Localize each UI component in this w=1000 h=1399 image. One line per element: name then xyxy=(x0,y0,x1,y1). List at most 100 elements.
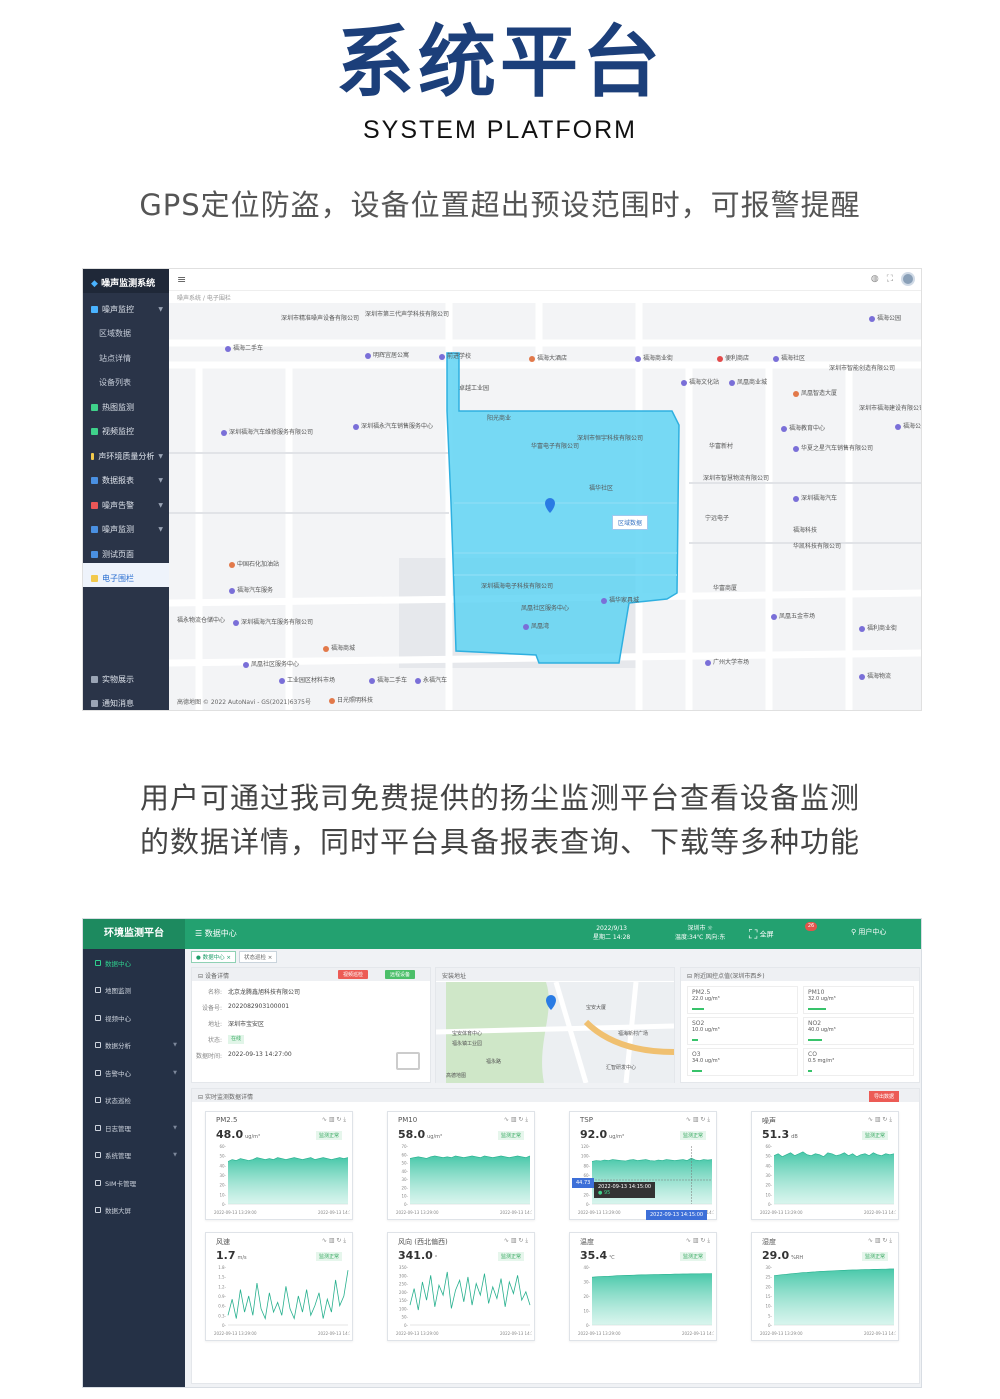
sidebar-item-5[interactable]: 视频监控 xyxy=(83,416,169,441)
map-poi[interactable]: 凤凰社区服务中心 xyxy=(243,661,299,669)
sidebar-item-1[interactable]: 地图监测 xyxy=(83,977,185,1005)
fullscreen-icon[interactable]: ⛶ xyxy=(887,274,893,284)
map-poi[interactable]: 福海汽车服务 xyxy=(229,587,273,595)
map-poi[interactable]: 福海公园 xyxy=(869,315,901,323)
sidebar-item-11[interactable]: 电子围栏 xyxy=(83,562,169,587)
metric-chart[interactable]: 30- 25- 20- 15- 10- 5- 0- 2022-09-13 13:29:00 20… xyxy=(756,1263,896,1339)
map-poi[interactable]: 工业园区材料市场 xyxy=(279,677,335,685)
sidebar-item-0[interactable]: 数据中心 xyxy=(83,949,185,977)
map-poi[interactable]: 阳光商业 xyxy=(487,415,511,423)
sidebar-footer-item-0[interactable]: 实物展示 xyxy=(83,663,169,688)
menu-icon[interactable]: ≡ xyxy=(177,273,186,286)
map-poi[interactable]: 深圳福永汽车销售服务中心 xyxy=(353,423,433,431)
map-poi[interactable]: 福华家具城 xyxy=(601,597,639,605)
map-poi[interactable]: 福海公园 xyxy=(895,423,921,431)
metric-chart[interactable]: 60- 50- 40- 30- 20- 10- 0- 2022-09-13 13:29:00 2… xyxy=(210,1142,350,1218)
metric-chart[interactable]: 40- 30- 20- 10- 0- 2022-09-13 13:29:00 2022-09… xyxy=(574,1263,714,1339)
map-poi[interactable]: 华凯科技有限公司 xyxy=(793,543,841,551)
map-poi[interactable]: 福利商业街 xyxy=(859,625,897,633)
sidebar-item-3[interactable]: 数据分析 ▼ xyxy=(83,1032,185,1060)
metric-chart[interactable]: 70- 60- 50- 40- 30- 20- 10- 0- 2022-09-13 13:29:… xyxy=(392,1142,532,1218)
map-poi[interactable]: 福海商城 xyxy=(323,645,355,653)
chart-tool-icons[interactable]: ∿ ▥ ↻ ⤓ xyxy=(322,1116,346,1124)
map-poi[interactable]: 深圳市福海建设有限公司 xyxy=(859,405,921,413)
map-poi[interactable]: 华富商厦 xyxy=(713,585,737,593)
map-poi[interactable]: 深圳福海汽车 xyxy=(793,495,837,503)
menu-icon[interactable]: ☰ xyxy=(195,929,205,938)
sidebar-item-7[interactable]: 系统管理 ▼ xyxy=(83,1142,185,1170)
map-poi[interactable]: 永福汽车 xyxy=(415,677,447,685)
sidebar-item-5[interactable]: 状态巡检 xyxy=(83,1087,185,1115)
chart-tool-icons[interactable]: ∿ ▥ ↻ ⤓ xyxy=(686,1237,710,1245)
map-poi[interactable]: 宁远电子 xyxy=(705,515,729,523)
map-poi[interactable]: 卓越工业园 xyxy=(459,385,489,393)
map-poi[interactable]: 凤凰社区服务中心 xyxy=(521,605,569,613)
map-poi[interactable]: 福海大酒店 xyxy=(529,355,567,363)
sidebar-item-6[interactable]: 声环境质量分析 ▼ xyxy=(83,440,169,465)
metric-chart[interactable]: 60- 50- 40- 30- 20- 10- 0- 2022-09-13 13:29:00 2… xyxy=(756,1142,896,1218)
chart-tool-icons[interactable]: ∿ ▥ ↻ ⤓ xyxy=(686,1116,710,1124)
sidebar-item-3[interactable]: 设备列表 xyxy=(83,367,169,392)
map-poi[interactable]: 福永物流仓储中心 xyxy=(177,617,225,625)
map-poi[interactable]: 福海科技 xyxy=(793,527,817,535)
fence-map[interactable]: 区域数据 深圳市精准噪声设备有限公司 深圳市第三代声学科技有限公司 福海二手车 明辉宜… xyxy=(169,303,921,710)
map-poi[interactable]: 深圳福海电子科技有限公司 xyxy=(481,583,553,591)
metric-chart[interactable]: 1.8- 1.5- 1.2- 0.9- 0.6- 0.3- 0- 2022-09-13 13:… xyxy=(210,1263,350,1339)
sidebar-item-4[interactable]: 热图监测 xyxy=(83,391,169,416)
chart-tool-icons[interactable]: ∿ ▥ ↻ ⤓ xyxy=(868,1116,892,1124)
map-poi[interactable]: 福海商业街 xyxy=(635,355,673,363)
map-poi[interactable]: 福海文化站 xyxy=(681,379,719,387)
map-poi[interactable]: 深圳福海汽车维修服务有限公司 xyxy=(221,429,313,437)
chart-tool-icons[interactable]: ∿ ▥ ↻ ⤓ xyxy=(504,1237,528,1245)
sidebar-item-9[interactable]: 数据大屏 xyxy=(83,1197,185,1225)
user-center-button[interactable]: ⚲ 用户中心 xyxy=(851,927,886,937)
sidebar-item-7[interactable]: 数据报表 ▼ xyxy=(83,465,169,490)
sidebar-item-10[interactable]: 测试页面 xyxy=(83,538,169,563)
sidebar-footer-item-1[interactable]: 通知消息 xyxy=(83,688,169,711)
sidebar-item-9[interactable]: 噪声监测 ▼ xyxy=(83,514,169,539)
sidebar-item-2[interactable]: 站点详情 xyxy=(83,342,169,367)
sidebar-item-2[interactable]: 视频中心 xyxy=(83,1004,185,1032)
globe-icon[interactable]: ◍ xyxy=(871,274,879,284)
map-poi[interactable]: 华富电子有限公司 xyxy=(531,443,579,451)
map-poi[interactable]: 凤凰商业城 xyxy=(729,379,767,387)
video-inspect-button[interactable]: 视频巡检 xyxy=(338,970,369,979)
map-poi[interactable]: 凤凰智造大厦 xyxy=(793,390,837,398)
map-poi[interactable]: 深圳市第三代声学科技有限公司 xyxy=(365,311,449,319)
remote-device-button[interactable]: 远程设备 xyxy=(385,970,416,979)
map-poi[interactable]: 明辉宜居公寓 xyxy=(365,352,409,360)
sidebar-item-1[interactable]: 区域数据 xyxy=(83,318,169,343)
sidebar-item-4[interactable]: 告警中心 ▼ xyxy=(83,1059,185,1087)
sidebar-item-0[interactable]: 噪声监控 ▼ xyxy=(83,293,169,318)
map-poi[interactable]: 深圳市恒宇科技有限公司 xyxy=(577,435,643,443)
map-poi[interactable]: 深圳福海汽车服务有限公司 xyxy=(233,619,313,627)
chart-tool-icons[interactable]: ∿ ▥ ↻ ⤓ xyxy=(504,1116,528,1124)
sidebar-item-8[interactable]: SIM卡管理 xyxy=(83,1169,185,1197)
map-poi[interactable]: 华富新村 xyxy=(709,443,733,451)
map-poi[interactable]: 凤凰五金市场 xyxy=(771,613,815,621)
export-data-button[interactable]: 导出数据 xyxy=(869,1091,900,1102)
map-poi[interactable]: 深圳市精准噪声设备有限公司 xyxy=(281,315,359,323)
avatar[interactable] xyxy=(901,272,915,286)
fullscreen-button[interactable]: ⛶ 全屏 xyxy=(749,927,774,942)
sidebar-item-6[interactable]: 日志管理 ▼ xyxy=(83,1114,185,1142)
map-poi[interactable]: 福海社区 xyxy=(773,355,805,363)
map-poi[interactable]: 福海二手车 xyxy=(225,345,263,353)
map-poi[interactable]: 凤凰湾 xyxy=(523,623,549,631)
map-poi[interactable]: 便利商店 xyxy=(717,355,749,363)
sidebar-item-8[interactable]: 噪声告警 ▼ xyxy=(83,489,169,514)
metric-chart[interactable]: 350- 300- 250- 200- 150- 100- 50- 0- 2022-09-13 … xyxy=(392,1263,532,1339)
notification-badge[interactable]: 26 xyxy=(805,922,817,931)
map-poi[interactable]: 深圳市智能创造有限公司 xyxy=(829,365,895,373)
map-poi[interactable]: 深圳市智慧物流有限公司 xyxy=(703,475,769,483)
chart-tool-icons[interactable]: ∿ ▥ ↻ ⤓ xyxy=(322,1237,346,1245)
tab-data-center[interactable]: ● 数据中心 × xyxy=(191,951,236,963)
map-poi[interactable]: 中国石化加油站 xyxy=(229,561,279,569)
map-poi[interactable]: 福华社区 xyxy=(589,485,613,493)
map-poi[interactable]: 日光照明科技 xyxy=(329,697,373,705)
map-poi[interactable]: 福海教育中心 xyxy=(781,425,825,433)
tab-status[interactable]: 状态巡检 × xyxy=(238,951,278,963)
chart-tool-icons[interactable]: ∿ ▥ ↻ ⤓ xyxy=(868,1237,892,1245)
map-poi[interactable]: 福海二手车 xyxy=(369,677,407,685)
map-poi[interactable]: 前进学校 xyxy=(439,353,471,361)
